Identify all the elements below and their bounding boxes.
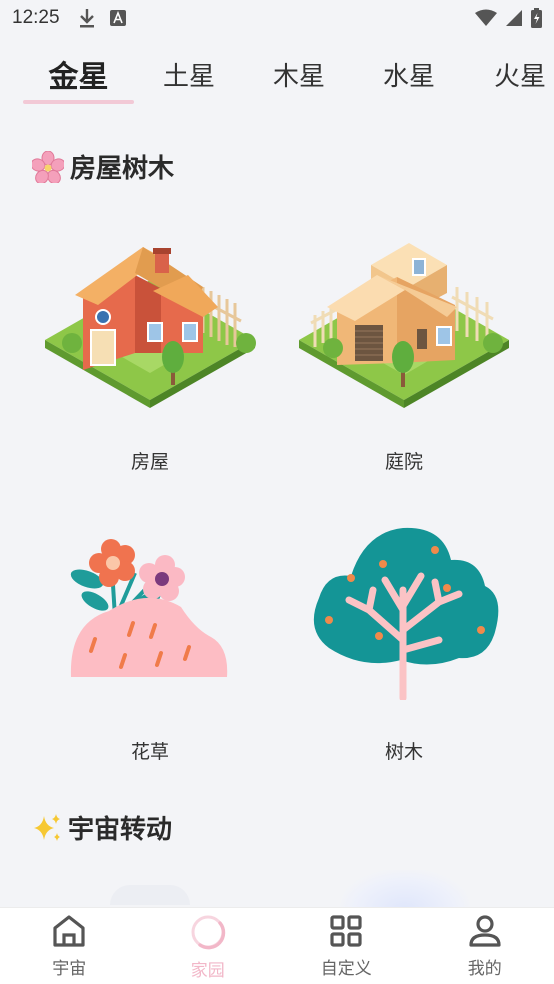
section-title-houses-trees: 房屋树木 <box>32 148 174 185</box>
home-icon <box>53 915 85 947</box>
tab-mars[interactable]: 火星 <box>494 56 554 106</box>
tab-mercury[interactable]: 水星 <box>368 56 450 106</box>
nav-item-custom[interactable]: 自定义 <box>277 908 416 984</box>
tab-saturn[interactable]: 土星 <box>148 56 230 106</box>
courtyard-icon <box>299 243 509 408</box>
grid-icon <box>330 915 362 947</box>
item-card-tree[interactable]: 树木 <box>277 515 531 765</box>
item-card-flowers[interactable]: 花草 <box>23 515 277 765</box>
item-label: 树木 <box>384 741 423 763</box>
signal-icon <box>506 10 522 26</box>
status-time: 12:25 <box>12 7 60 28</box>
ring-icon <box>191 915 225 950</box>
status-bar: 12:25 <box>0 0 554 36</box>
nav-label: 家园 <box>190 961 225 981</box>
battery-icon <box>531 8 542 28</box>
cherry-blossom-icon <box>32 150 64 183</box>
tab-venus[interactable]: 金星 <box>23 52 134 102</box>
nav-label: 我的 <box>467 959 502 979</box>
item-card-house[interactable]: 房屋 <box>23 220 277 480</box>
nav-label: 自定义 <box>320 959 372 979</box>
item-label: 庭院 <box>384 451 423 473</box>
bottom-navigation: 宇宙 家园 自定义 我的 <box>0 907 554 984</box>
user-icon <box>469 915 501 947</box>
flowers-grass-icon <box>70 539 228 677</box>
sparkles-icon <box>34 813 60 841</box>
section-title-text: 宇宙转动 <box>68 815 173 845</box>
item-label: 花草 <box>130 741 169 763</box>
nav-item-profile[interactable]: 我的 <box>416 908 554 984</box>
active-tab-indicator <box>23 100 134 104</box>
nav-label: 宇宙 <box>52 959 87 979</box>
nav-item-home[interactable]: 家园 <box>139 908 278 984</box>
next-item-preview <box>340 870 470 910</box>
section-title-text: 房屋树木 <box>70 154 175 184</box>
next-item-preview <box>110 885 190 905</box>
tree-icon <box>313 527 499 700</box>
app-notification-icon <box>109 10 126 26</box>
wifi-icon <box>475 9 497 26</box>
section-title-universe-rotation: 宇宙转动 <box>32 809 172 846</box>
tab-jupiter[interactable]: 木星 <box>258 56 340 106</box>
item-card-courtyard[interactable]: 庭院 <box>277 220 531 480</box>
house-icon <box>45 247 256 408</box>
nav-item-universe[interactable]: 宇宙 <box>0 908 139 984</box>
download-icon <box>79 9 94 28</box>
item-label: 房屋 <box>130 451 169 473</box>
